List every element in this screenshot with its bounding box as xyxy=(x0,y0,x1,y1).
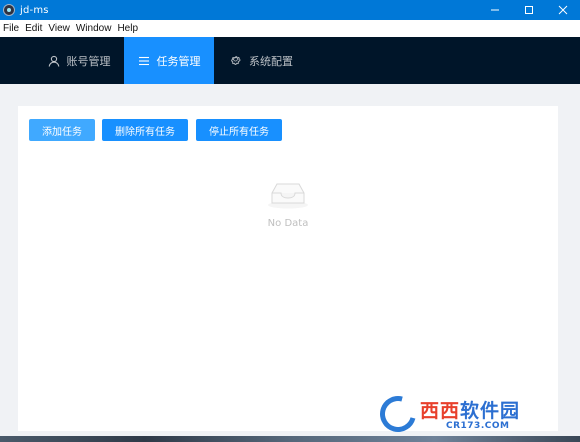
gear-icon xyxy=(229,54,242,67)
menu-help[interactable]: Help xyxy=(115,23,142,34)
delete-all-tasks-button[interactable]: 删除所有任务 xyxy=(102,119,188,141)
minimize-icon xyxy=(491,9,499,11)
maximize-icon xyxy=(525,6,533,14)
window-title: jd-ms xyxy=(20,4,49,16)
tab-label: 账号管理 xyxy=(66,54,111,68)
maximize-button[interactable] xyxy=(512,0,546,20)
watermark-logo-icon xyxy=(373,389,423,439)
inbox-icon xyxy=(264,176,312,214)
site-watermark: 西西软件园 CR173.COM xyxy=(373,389,580,439)
menu-bar: File Edit View Window Help xyxy=(0,20,580,37)
menu-edit[interactable]: Edit xyxy=(23,23,46,34)
menu-icon xyxy=(138,55,150,67)
minimize-button[interactable] xyxy=(478,0,512,20)
close-icon xyxy=(558,5,568,15)
watermark-brand: 西西软件园 xyxy=(420,400,521,422)
empty-state-text: No Data xyxy=(267,218,309,229)
tab-system-config[interactable]: 系统配置 xyxy=(214,37,308,84)
empty-state: No Data xyxy=(18,176,558,236)
close-button[interactable] xyxy=(546,0,580,20)
tab-label: 任务管理 xyxy=(156,54,201,68)
title-bar[interactable]: jd-ms xyxy=(0,0,580,20)
watermark-site: CR173.COM xyxy=(446,421,510,431)
top-navigation: 账号管理 任务管理 系统配置 xyxy=(0,37,580,84)
menu-window[interactable]: Window xyxy=(74,23,116,34)
user-icon xyxy=(48,55,60,67)
task-panel: 添加任务 删除所有任务 停止所有任务 No Data xyxy=(18,106,558,431)
menu-view[interactable]: View xyxy=(46,23,74,34)
tab-label: 系统配置 xyxy=(249,54,293,68)
app-window: jd-ms File Edit View Window Help 账号管理 任务… xyxy=(0,0,580,442)
window-controls xyxy=(478,0,580,20)
app-logo-icon xyxy=(3,4,15,16)
tab-account-management[interactable]: 账号管理 xyxy=(34,37,124,84)
tab-task-management[interactable]: 任务管理 xyxy=(124,37,214,84)
desktop-background-strip xyxy=(0,436,580,442)
add-task-button[interactable]: 添加任务 xyxy=(29,119,95,141)
stop-all-tasks-button[interactable]: 停止所有任务 xyxy=(196,119,282,141)
menu-file[interactable]: File xyxy=(1,23,23,34)
